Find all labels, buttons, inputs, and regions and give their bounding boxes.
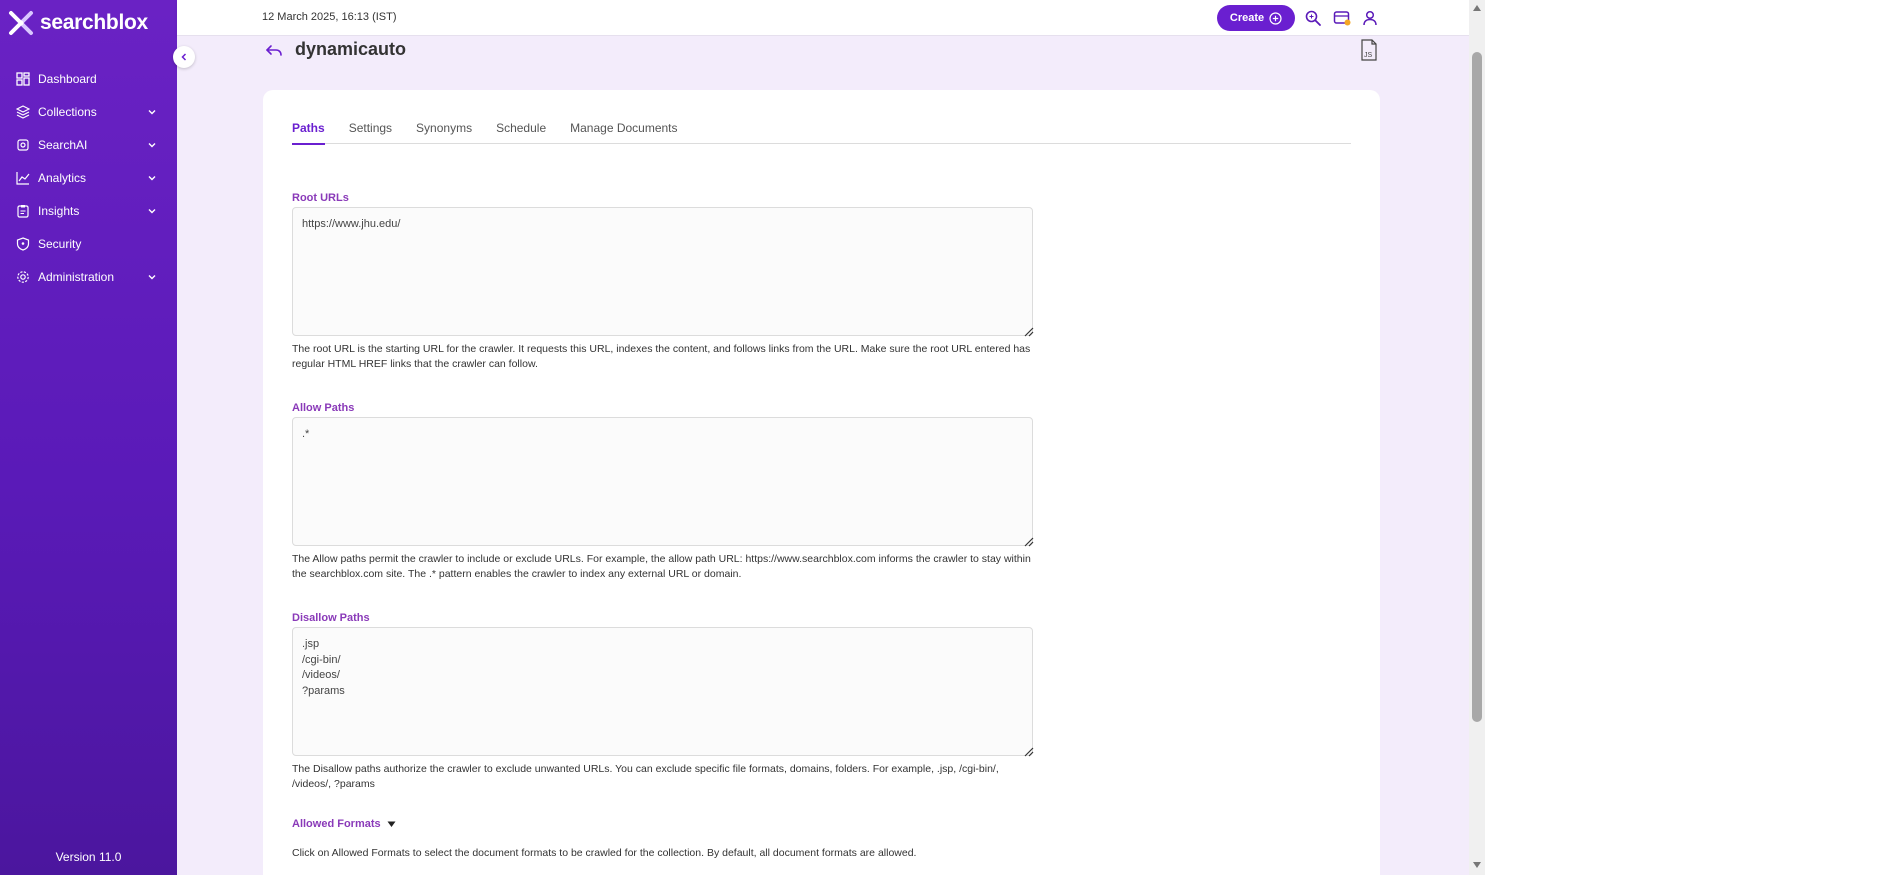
dashboard-icon bbox=[16, 71, 30, 86]
disallow-paths-input[interactable] bbox=[292, 627, 1033, 756]
sidebar-item-label: SearchAI bbox=[38, 137, 88, 152]
sidebar-item-label: Insights bbox=[38, 203, 80, 218]
allow-paths-help: The Allow paths permit the crawler to in… bbox=[292, 553, 1031, 580]
tab-paths[interactable]: Paths bbox=[292, 116, 325, 145]
sidebar-item-label: Administration bbox=[38, 269, 115, 284]
sidebar-nav: Dashboard Collections SearchAI Analytics bbox=[0, 62, 177, 293]
collection-card: Paths Settings Synonyms Schedule Manage … bbox=[263, 90, 1380, 875]
sidebar-item-dashboard[interactable]: Dashboard bbox=[0, 62, 177, 95]
back-arrow-icon[interactable] bbox=[265, 42, 283, 60]
allow-paths-input[interactable] bbox=[292, 417, 1033, 546]
sidebar-item-administration[interactable]: Administration bbox=[0, 260, 177, 293]
sidebar-item-label: Dashboard bbox=[38, 71, 97, 86]
create-button[interactable]: Create bbox=[1217, 5, 1295, 31]
chevron-down-icon bbox=[147, 206, 157, 216]
allow-paths-label: Allow Paths bbox=[292, 402, 355, 414]
plus-circle-icon bbox=[1269, 11, 1282, 25]
top-bar: 12 March 2025, 16:13 (IST) Create bbox=[177, 0, 1479, 36]
tab-manage-documents[interactable]: Manage Documents bbox=[570, 116, 677, 144]
create-button-label: Create bbox=[1229, 12, 1265, 24]
search-icon[interactable] bbox=[1304, 9, 1322, 27]
resize-grip-icon[interactable] bbox=[1024, 537, 1034, 547]
sidebar: searchblox Dashboard Collections SearchA… bbox=[0, 0, 177, 875]
tab-bar: Paths Settings Synonyms Schedule Manage … bbox=[292, 116, 1351, 145]
chevron-down-icon bbox=[147, 272, 157, 282]
version-label: Version 11.0 bbox=[55, 850, 122, 864]
js-file-icon[interactable]: JS bbox=[1360, 39, 1378, 61]
scrollbar-thumb[interactable] bbox=[1472, 52, 1482, 722]
chevron-left-icon bbox=[181, 53, 187, 61]
tab-synonyms[interactable]: Synonyms bbox=[416, 116, 472, 144]
sidebar-item-analytics[interactable]: Analytics bbox=[0, 161, 177, 194]
brand-logo[interactable]: searchblox bbox=[8, 10, 148, 36]
sidebar-item-searchai[interactable]: SearchAI bbox=[0, 128, 177, 161]
sidebar-item-collections[interactable]: Collections bbox=[0, 95, 177, 128]
gear-icon bbox=[16, 270, 30, 284]
datetime-label: 12 March 2025, 16:13 (IST) bbox=[262, 11, 397, 23]
sidebar-item-label: Collections bbox=[38, 104, 97, 119]
root-urls-help: The root URL is the starting URL for the… bbox=[292, 343, 1031, 370]
ai-chip-icon bbox=[16, 138, 30, 152]
tab-settings[interactable]: Settings bbox=[349, 116, 392, 144]
scroll-down-icon[interactable] bbox=[1472, 860, 1482, 870]
sidebar-item-label: Analytics bbox=[38, 170, 87, 185]
brand-name: searchblox bbox=[40, 11, 148, 34]
sidebar-item-security[interactable]: Security bbox=[0, 227, 177, 260]
tab-schedule[interactable]: Schedule bbox=[496, 116, 546, 144]
allowed-formats-help: Click on Allowed Formats to select the d… bbox=[292, 847, 917, 859]
allowed-formats-toggle[interactable]: Allowed Formats bbox=[292, 818, 396, 830]
page-title: dynamicauto bbox=[295, 39, 407, 59]
scroll-up-icon[interactable] bbox=[1472, 3, 1482, 13]
chevron-down-icon bbox=[147, 140, 157, 150]
main-content: dynamicauto JS Paths Settings Synonyms S… bbox=[177, 36, 1479, 875]
disallow-paths-label: Disallow Paths bbox=[292, 612, 370, 624]
layers-icon bbox=[16, 104, 30, 119]
notification-icon[interactable] bbox=[1333, 9, 1351, 27]
sidebar-item-insights[interactable]: Insights bbox=[0, 194, 177, 227]
disallow-paths-help: The Disallow paths authorize the crawler… bbox=[292, 763, 999, 790]
chevron-down-icon bbox=[147, 107, 157, 117]
chart-icon bbox=[16, 171, 30, 185]
clipboard-icon bbox=[16, 204, 30, 218]
user-icon[interactable] bbox=[1361, 9, 1379, 27]
resize-grip-icon[interactable] bbox=[1024, 327, 1034, 337]
shield-icon bbox=[16, 236, 30, 251]
allowed-formats-label: Allowed Formats bbox=[292, 818, 381, 830]
root-urls-label: Root URLs bbox=[292, 192, 349, 204]
root-urls-input[interactable] bbox=[292, 207, 1033, 336]
caret-down-icon bbox=[387, 821, 396, 827]
svg-text:JS: JS bbox=[1364, 52, 1373, 59]
chevron-down-icon bbox=[147, 173, 157, 183]
page-scrollbar[interactable] bbox=[1469, 0, 1485, 875]
resize-grip-icon[interactable] bbox=[1024, 747, 1034, 757]
sidebar-item-label: Security bbox=[38, 236, 82, 251]
searchblox-logo-icon bbox=[9, 11, 33, 35]
sidebar-collapse-button[interactable] bbox=[173, 46, 195, 68]
